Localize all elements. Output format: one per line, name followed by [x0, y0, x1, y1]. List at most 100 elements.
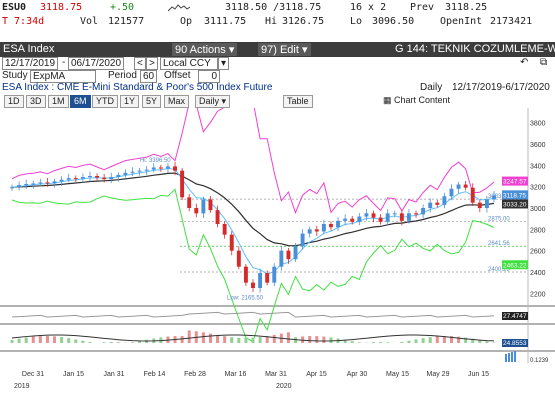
indicator-bar	[39, 336, 42, 343]
period-button-3d[interactable]: 3D	[26, 95, 46, 108]
chart-background	[0, 108, 555, 400]
security-titlebar: ESA Index 90 Actions ▾ 97) Edit ▾ G 144:…	[0, 42, 555, 57]
indicator-bar	[216, 335, 219, 343]
candle-body	[53, 181, 57, 183]
indicator-bar	[32, 337, 35, 343]
price-tag-label: 3033.20	[503, 201, 527, 208]
candle-body	[166, 166, 170, 168]
period-button-1y[interactable]: 1Y	[120, 95, 139, 108]
candle-body	[407, 213, 411, 220]
year-label: 2020	[276, 383, 292, 390]
open-value: 3111.75	[204, 16, 246, 27]
indicator-bar	[386, 342, 389, 343]
period-button-ytd[interactable]: YTD	[92, 95, 118, 108]
candle-body	[350, 219, 354, 222]
ticker[interactable]: ESU0	[2, 2, 26, 13]
indicator-bar	[400, 342, 403, 343]
chart-svg[interactable]: 2200240026002800300032003400360038003083…	[0, 108, 555, 400]
candle-body	[244, 267, 248, 283]
period-button-6m[interactable]: 6M	[70, 95, 91, 108]
quote-header: ESU0 3118.75 +.50 3118.50 /3118.75 16 x …	[0, 0, 555, 30]
high-annotation: Hi: 3396.50	[140, 158, 171, 164]
price-tag-label: 3247.57	[503, 179, 527, 186]
y-tick-label: 3000	[530, 206, 546, 213]
candle-body	[435, 203, 439, 205]
period-button-5y[interactable]: 5Y	[142, 95, 161, 108]
high-value: 3126.75	[282, 16, 324, 27]
candle-body	[17, 185, 21, 187]
prev-arrow-button[interactable]: <	[134, 57, 146, 70]
date-range-bar: 12/17/2019 - 06/17/2020 < > Local CCY ▾ …	[0, 57, 555, 70]
external-link-icon[interactable]: ⧉	[540, 57, 547, 68]
candle-body	[457, 185, 461, 189]
x-tick-label: May 29	[427, 371, 450, 378]
y-tick-label: 2400	[530, 270, 546, 277]
candle-body	[88, 176, 92, 177]
candle-body	[123, 173, 127, 175]
volume-bar	[514, 351, 516, 362]
table-button[interactable]: Table	[283, 95, 313, 108]
indicator-bar	[53, 336, 56, 343]
x-tick-label: May 15	[386, 371, 409, 378]
x-tick-label: Apr 30	[347, 371, 368, 378]
candle-body	[464, 185, 468, 188]
candle-body	[237, 251, 241, 267]
indicator-bar	[202, 332, 205, 343]
volume-tag-label: 27.4747	[503, 313, 527, 320]
study-label: Study	[2, 70, 28, 81]
candle-body	[315, 229, 319, 231]
candle-body	[265, 273, 269, 283]
candle-body	[343, 219, 347, 221]
security-name[interactable]: ESA Index	[3, 43, 54, 55]
period-button-1m[interactable]: 1M	[48, 95, 69, 108]
period-button-max[interactable]: Max	[164, 95, 189, 108]
sparkline-icon	[168, 3, 190, 13]
end-date-field[interactable]: 06/17/2020	[68, 57, 124, 70]
indicator-bar	[103, 342, 106, 343]
actions-menu[interactable]: 90 Actions ▾	[172, 43, 237, 56]
candle-body	[95, 176, 99, 178]
price-chart[interactable]: 2200240026002800300032003400360038003083…	[0, 108, 555, 400]
openint-value: 2173421	[490, 16, 532, 27]
indicator-bar	[436, 336, 439, 343]
chart-icon: ▦	[383, 95, 392, 105]
x-tick-label: Jan 31	[103, 371, 124, 378]
bid-ask-size: 16 x 2	[350, 2, 386, 13]
candle-body	[138, 171, 142, 172]
undo-icon[interactable]: ↶	[520, 57, 528, 68]
candle-body	[272, 267, 276, 283]
volume-bar	[505, 354, 507, 362]
period-button-1d[interactable]: 1D	[4, 95, 24, 108]
indicator-bar	[117, 342, 120, 343]
date-range-label: 12/17/2019-6/17/2020	[452, 82, 550, 93]
indicator-bar	[329, 337, 332, 343]
candle-body	[322, 224, 326, 231]
currency-select[interactable]: Local CCY	[160, 57, 218, 70]
y-tick-label: 2800	[530, 227, 546, 234]
edit-menu[interactable]: 97) Edit ▾	[258, 43, 311, 56]
chart-content-button[interactable]: ▦ Chart Content	[380, 95, 453, 106]
currency-dropdown-icon[interactable]: ▾	[218, 57, 229, 70]
indicator-bar	[287, 332, 290, 343]
indicator-bar	[209, 334, 212, 343]
frequency-select[interactable]: Daily ▾	[195, 95, 230, 108]
candle-body	[329, 224, 333, 227]
security-description: ESA Index : CME E-Mini Standard & Poor's…	[2, 82, 272, 93]
candle-body	[279, 251, 283, 267]
price-tag-label: 3118.75	[503, 192, 526, 199]
candle-body	[393, 213, 397, 214]
start-date-field[interactable]: 12/17/2019	[2, 57, 58, 70]
indicator-bar	[181, 336, 184, 343]
indicator-bar	[259, 337, 262, 343]
indicator-bar	[74, 339, 77, 343]
trade-time: T 7:34d	[2, 16, 44, 27]
candle-body	[357, 217, 361, 222]
study-bar: Study ExpMA Period 60 Offset 0	[0, 70, 555, 82]
x-tick-label: Mar 31	[265, 371, 287, 378]
candle-body	[478, 203, 482, 208]
indicator-bar	[46, 336, 49, 343]
y-tick-label: 3200	[530, 185, 546, 192]
candle-body	[201, 199, 205, 213]
price-tag-label: 2463.22	[503, 262, 527, 269]
next-arrow-button[interactable]: >	[146, 57, 158, 70]
